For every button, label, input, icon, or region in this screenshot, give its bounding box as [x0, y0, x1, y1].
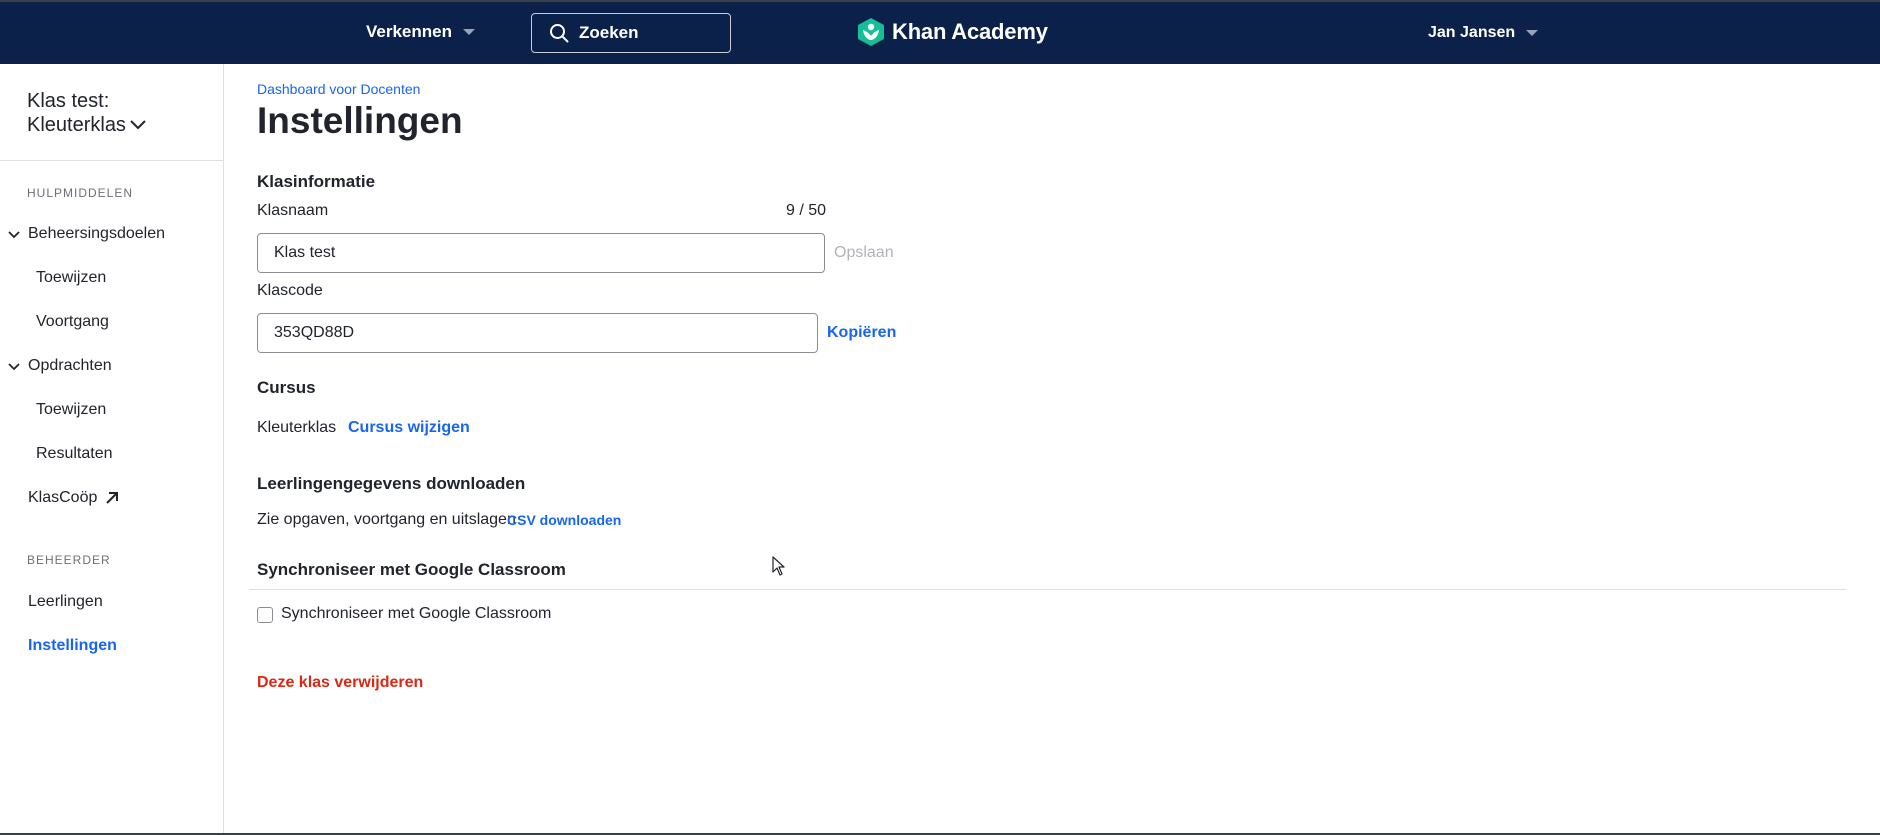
user-name: Jan Jansen	[1428, 24, 1516, 41]
search-label: Zoeken	[579, 23, 639, 42]
sidebar-item-mastery-progress[interactable]: Voortgang	[36, 313, 109, 331]
breadcrumb[interactable]: Dashboard voor Docenten	[257, 81, 420, 97]
sidebar-item-label: Instellingen	[28, 637, 117, 654]
logo-text: Khan Academy	[892, 19, 1048, 44]
section-divider	[249, 589, 1846, 590]
external-link-icon	[106, 492, 119, 504]
class-info-heading: Klasinformatie	[257, 172, 376, 191]
sidebar-item-mastery[interactable]: Beheersingsdoelen	[0, 225, 165, 243]
sidebar: Klas test: Kleuterklas HULPMIDDELEN Behe…	[0, 64, 224, 835]
class-name-counter: 9 / 50	[786, 202, 827, 219]
sidebar-item-klascoop[interactable]: KlasCoöp	[28, 489, 119, 507]
sidebar-divider	[0, 160, 223, 161]
caret-down-icon	[463, 29, 475, 35]
sidebar-item-label: Resultaten	[36, 445, 113, 462]
sidebar-item-assignments[interactable]: Opdrachten	[0, 357, 112, 375]
explore-menu-button[interactable]: Verkennen	[366, 22, 475, 42]
top-border	[0, 0, 1880, 2]
khan-academy-logo-icon	[858, 18, 884, 46]
class-name-input[interactable]	[257, 233, 825, 273]
class-name-label: Klasnaam	[257, 202, 329, 219]
section-label-admin: BEHEERDER	[27, 553, 111, 567]
sidebar-item-label: Beheersingsdoelen	[28, 225, 165, 242]
google-sync-checkbox[interactable]	[257, 607, 273, 623]
page-title: Instellingen	[257, 100, 463, 141]
sidebar-item-label: KlasCoöp	[28, 489, 98, 506]
class-title-line2: Kleuterklas	[27, 114, 126, 136]
explore-label: Verkennen	[366, 22, 452, 41]
class-selector[interactable]: Klas test: Kleuterklas	[27, 89, 147, 137]
google-sync-checkbox-label[interactable]: Synchroniseer met Google Classroom	[281, 605, 551, 623]
delete-class-button[interactable]: Deze klas verwijderen	[257, 674, 423, 692]
sidebar-item-label: Toewijzen	[36, 269, 107, 286]
class-code-label: Klascode	[257, 282, 323, 299]
change-course-button[interactable]: Cursus wijzigen	[348, 419, 470, 437]
class-code-field[interactable]	[257, 313, 818, 353]
course-heading: Cursus	[257, 378, 316, 397]
sidebar-item-label: Leerlingen	[28, 593, 103, 610]
download-heading: Leerlingengegevens downloaden	[257, 474, 526, 493]
top-navigation-bar: Verkennen Zoeken Khan Academy Jan Jansen	[0, 0, 1880, 64]
caret-down-icon	[1526, 30, 1539, 36]
sidebar-item-label: Voortgang	[36, 313, 109, 330]
khan-academy-logo[interactable]: Khan Academy	[858, 18, 1048, 46]
search-icon	[550, 24, 569, 43]
course-value: Kleuterklas	[257, 419, 337, 436]
chevron-down-icon	[8, 231, 20, 239]
download-description: Zie opgaven, voortgang en uitslagen	[257, 511, 516, 528]
csv-download-link[interactable]: CSV downloaden	[507, 512, 621, 528]
sidebar-item-label: Opdrachten	[28, 357, 112, 374]
sidebar-item-assignments-assign[interactable]: Toewijzen	[36, 401, 106, 419]
chevron-down-icon	[130, 120, 146, 130]
section-label-tools: HULPMIDDELEN	[27, 186, 134, 200]
sidebar-item-label: Toewijzen	[36, 401, 107, 418]
class-title-line1: Klas test:	[27, 90, 110, 112]
mouse-pointer-icon	[772, 556, 785, 576]
search-button[interactable]: Zoeken	[531, 13, 731, 53]
sidebar-item-students[interactable]: Leerlingen	[28, 593, 103, 611]
sidebar-item-assignments-results[interactable]: Resultaten	[36, 445, 113, 463]
sidebar-item-settings[interactable]: Instellingen	[28, 637, 117, 655]
copy-code-button[interactable]: Kopiëren	[827, 324, 896, 342]
save-button[interactable]: Opslaan	[834, 244, 894, 262]
google-sync-heading: Synchroniseer met Google Classroom	[257, 560, 566, 579]
user-menu-button[interactable]: Jan Jansen	[1428, 24, 1539, 42]
sidebar-item-mastery-assign[interactable]: Toewijzen	[36, 269, 106, 287]
chevron-down-icon	[8, 363, 20, 371]
